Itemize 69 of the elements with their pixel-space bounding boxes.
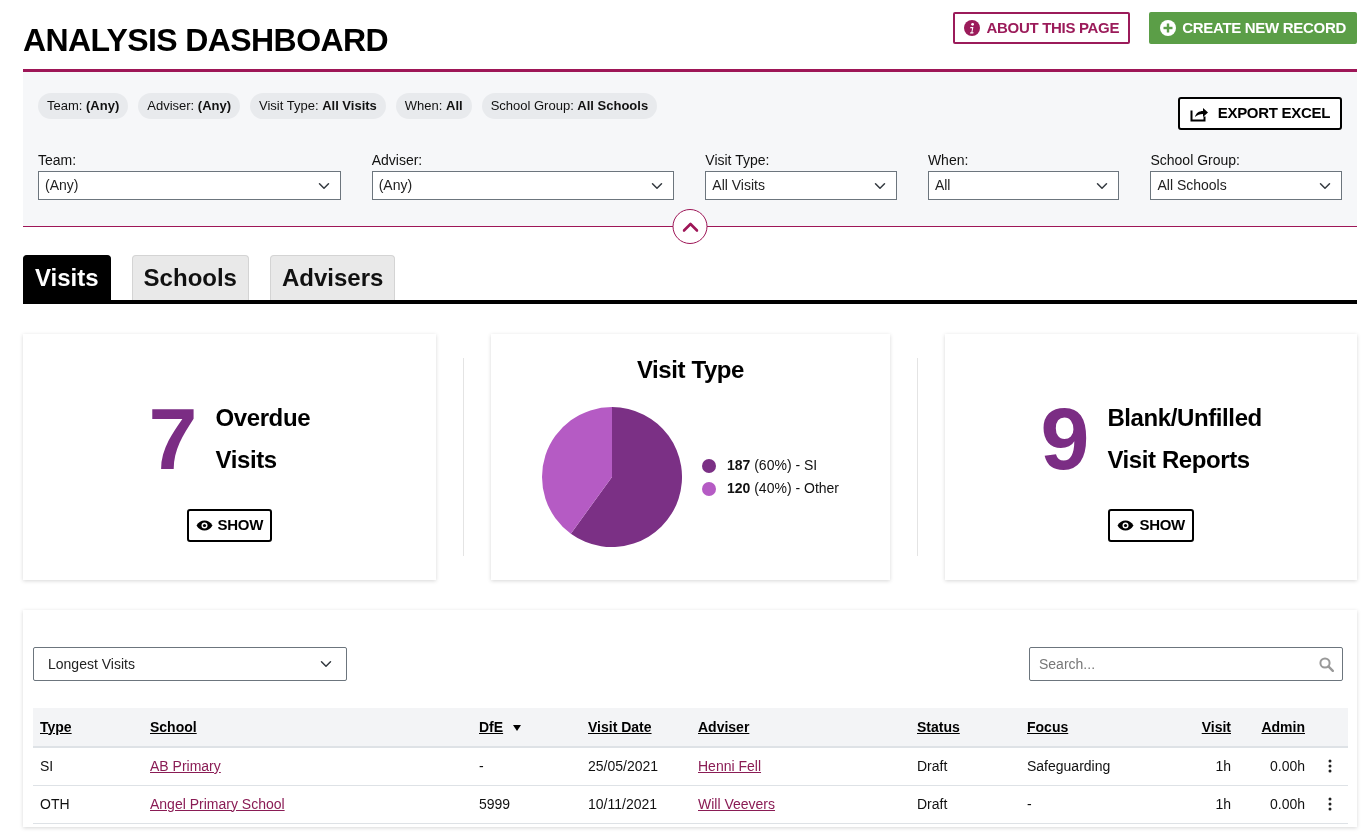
table-link[interactable]: AB Primary xyxy=(150,757,221,774)
tab[interactable]: Advisers xyxy=(269,255,396,300)
export-excel-button[interactable]: EXPORT EXCEL xyxy=(1177,97,1342,130)
filter-select[interactable]: All Schools xyxy=(1150,171,1342,200)
table-cell: 5999 xyxy=(479,795,511,812)
stat-number: 7 xyxy=(148,394,196,483)
stat-number: 9 xyxy=(1040,394,1088,483)
tab[interactable]: Schools xyxy=(131,255,249,300)
table-cell: - xyxy=(479,757,484,774)
collapse-button[interactable] xyxy=(672,209,708,244)
eye-icon xyxy=(1117,519,1135,531)
legend-label: 120 (40%) - Other xyxy=(726,480,839,497)
table-cell: Safeguarding xyxy=(1027,757,1111,774)
export-icon xyxy=(1189,105,1209,122)
column-header[interactable]: School xyxy=(150,718,197,735)
filter-chip: School Group: All Schools xyxy=(481,93,658,119)
plus-circle-icon xyxy=(1160,20,1177,36)
filter-label: School Group: xyxy=(1150,151,1241,170)
eye-icon xyxy=(195,519,213,531)
filter-select[interactable]: (Any) xyxy=(371,171,675,200)
stat-label: Overdue Visits xyxy=(215,402,311,475)
filter-chip: Team: (Any) xyxy=(38,93,129,119)
page-title: ANALYSIS DASHBOARD xyxy=(23,23,388,59)
column-header[interactable]: Adviser xyxy=(698,718,750,735)
filter-label: Visit Type: xyxy=(705,151,771,170)
table-cell: OTH xyxy=(40,795,70,812)
table-link[interactable]: Will Veevers xyxy=(698,795,776,812)
view-select[interactable]: Longest Visits xyxy=(33,647,347,681)
filter-chip: Visit Type: All Visits xyxy=(250,93,386,119)
filter-label: Team: xyxy=(38,151,78,170)
table-link[interactable]: Henni Fell xyxy=(698,757,762,774)
table-cell: 1h xyxy=(1215,757,1231,774)
chart-title: Visit Type xyxy=(636,355,745,385)
chevron-up-icon xyxy=(682,221,698,232)
more-options-icon[interactable] xyxy=(1328,759,1332,774)
table-cell: 1h xyxy=(1215,795,1231,812)
pie-slice xyxy=(542,407,612,534)
table-cell: 25/05/2021 xyxy=(588,757,659,774)
info-icon xyxy=(964,20,981,36)
table-cell: - xyxy=(1027,795,1032,812)
table-link[interactable]: Angel Primary School xyxy=(150,795,285,812)
filter-select[interactable]: All Visits xyxy=(705,171,897,200)
search-field[interactable]: Search... xyxy=(1029,647,1343,681)
table-cell: 10/11/2021 xyxy=(588,795,658,812)
filter-select[interactable]: All xyxy=(927,171,1120,200)
search-icon[interactable] xyxy=(1319,657,1334,672)
sort-caret-icon[interactable] xyxy=(513,724,522,731)
filter-label: Adviser: xyxy=(371,151,424,170)
table-cell: 0.00h xyxy=(1269,757,1305,774)
filter-select[interactable]: (Any) xyxy=(38,171,341,200)
show-button[interactable]: SHOW xyxy=(1108,508,1194,542)
stat-label: Blank/Unfilled Visit Reports xyxy=(1107,402,1262,475)
column-header[interactable]: DfE xyxy=(479,718,504,735)
tab[interactable]: Visits xyxy=(23,255,111,300)
column-header[interactable]: Status xyxy=(917,718,960,735)
column-header[interactable]: Focus xyxy=(1027,718,1069,735)
filter-label: When: xyxy=(927,151,970,170)
column-header[interactable]: Type xyxy=(40,718,72,735)
filter-chip: Adviser: (Any) xyxy=(138,93,241,119)
table-cell: Draft xyxy=(917,795,948,812)
pie-slice xyxy=(570,407,682,547)
about-page-button[interactable]: ABOUT THIS PAGE xyxy=(953,12,1131,44)
filter-chip: When: All xyxy=(395,93,472,119)
table-cell: 0.00h xyxy=(1269,795,1305,812)
show-button[interactable]: SHOW xyxy=(186,508,273,542)
table-cell: SI xyxy=(40,757,54,774)
table-cell: Draft xyxy=(917,757,948,774)
legend-label: 187 (60%) - SI xyxy=(726,457,818,474)
more-options-icon[interactable] xyxy=(1328,797,1332,811)
